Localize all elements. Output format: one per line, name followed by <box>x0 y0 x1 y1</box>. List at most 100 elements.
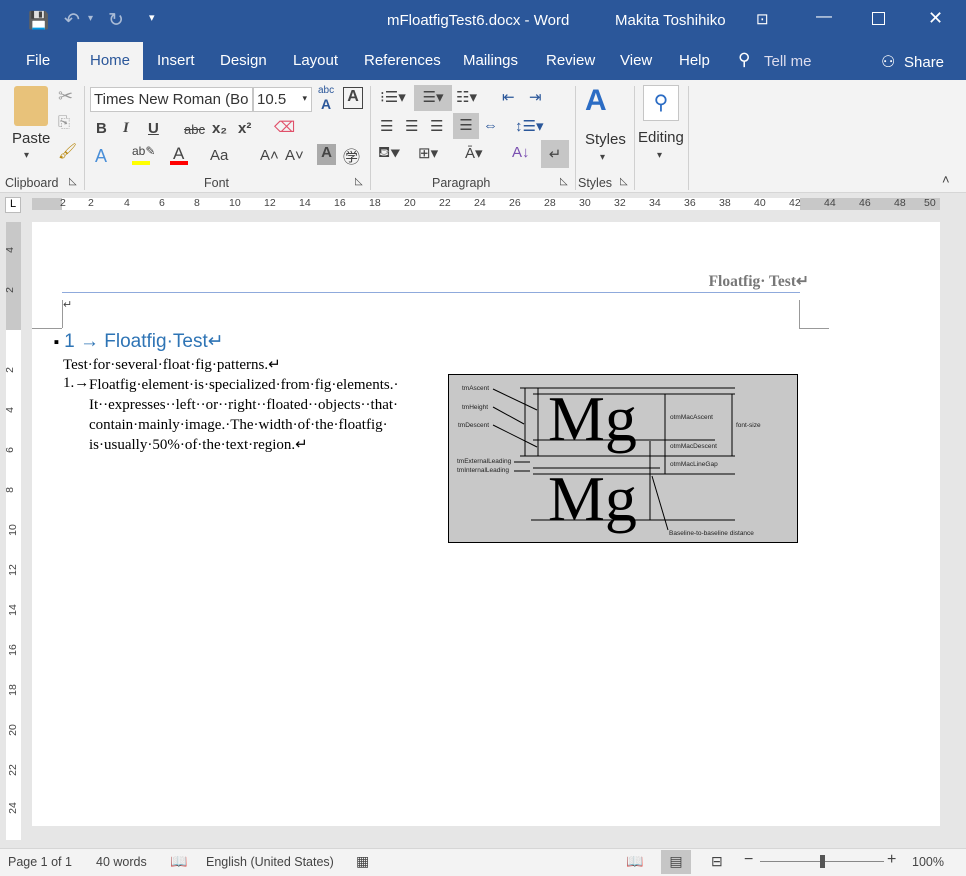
search-icon[interactable]: ⚲ <box>643 85 679 121</box>
tab-design[interactable]: Design <box>208 42 279 80</box>
list-number: 1.→ <box>63 375 90 391</box>
character-shading-icon[interactable]: A <box>317 144 336 165</box>
collapse-ribbon-icon[interactable]: ˄ <box>942 172 950 187</box>
text-effects-icon[interactable]: A <box>95 146 107 167</box>
user-name[interactable]: Makita Toshihiko <box>615 12 726 29</box>
cut-icon[interactable]: ✂ <box>58 86 73 107</box>
styles-icon[interactable]: A <box>585 84 607 118</box>
ruler-tick-label: 46 <box>859 197 871 209</box>
subscript-icon[interactable]: x₂ <box>212 120 227 137</box>
paste-dropdown-icon[interactable]: ▾ <box>24 150 29 161</box>
horizontal-ruler[interactable]: L 2 2 4 6 8 10 12 14 16 18 20 22 24 26 28 30 32 34 36 38 40 4… <box>0 193 966 215</box>
language[interactable]: English (United States) <box>206 855 334 869</box>
tab-insert[interactable]: Insert <box>145 42 207 80</box>
font-size-select[interactable]: 10.5 ▾ <box>253 87 312 112</box>
word-count[interactable]: 40 words <box>96 855 147 869</box>
grow-font-icon[interactable]: A˄ <box>260 147 279 164</box>
bullets-icon[interactable]: ⁝☰▾ <box>380 88 406 106</box>
list-item-paragraph[interactable]: Floatfig·element·is·specialized·from·fig… <box>89 375 435 455</box>
enclose-characters-icon[interactable]: ㊫ <box>343 143 360 168</box>
decrease-indent-icon[interactable]: ⇤ <box>502 88 515 106</box>
heading-1[interactable]: ■ 1 → Floatfig·Test↵ <box>54 330 224 353</box>
distributed-icon[interactable]: ⇔ <box>483 117 498 134</box>
paragraph-launcher-icon[interactable]: ◺ <box>560 176 568 187</box>
close-icon[interactable]: ✕ <box>928 8 943 29</box>
tab-file[interactable]: File <box>14 42 62 80</box>
italic-icon[interactable]: I <box>123 120 129 137</box>
tab-home[interactable]: Home <box>77 42 143 80</box>
line-spacing-icon[interactable]: ↕☰▾ <box>515 117 543 135</box>
underline-icon[interactable]: U <box>148 120 159 137</box>
font-launcher-icon[interactable]: ◺ <box>355 176 363 187</box>
format-painter-icon[interactable]: 🖌 <box>58 142 77 160</box>
increase-indent-icon[interactable]: ⇥ <box>529 88 542 106</box>
save-icon[interactable]: 💾 <box>28 11 49 31</box>
tab-selector[interactable]: L <box>5 197 21 213</box>
read-mode-icon[interactable]: 📖 <box>626 853 643 870</box>
center-icon[interactable]: ☰ <box>405 117 418 135</box>
styles-launcher-icon[interactable]: ◺ <box>620 176 628 187</box>
font-name-select[interactable]: Times New Roman (Bo <box>90 87 253 112</box>
tell-me-input[interactable]: Tell me <box>764 53 812 70</box>
ribbon-display-icon[interactable]: ⊡ <box>756 10 769 28</box>
clipboard-launcher-icon[interactable]: ◺ <box>69 176 77 187</box>
print-layout-icon[interactable]: ▤ <box>661 850 691 874</box>
web-layout-icon[interactable]: ⊟ <box>711 853 723 870</box>
undo-dropdown-icon[interactable]: ▾ <box>88 13 93 24</box>
empty-paragraph[interactable]: ↵ <box>63 298 72 311</box>
document-page[interactable]: Floatfig· Test↵ ↵ ■ 1 → Floatfig·Test↵ T… <box>32 222 940 826</box>
align-left-icon[interactable]: ☰ <box>380 117 393 135</box>
shading-icon[interactable]: ⛾▾ <box>378 144 400 163</box>
vertical-scrollbar[interactable] <box>940 215 966 848</box>
font-metrics-figure[interactable]: Mg Mg tmAscent tmHeight tmDescent tmExte… <box>448 374 798 543</box>
tab-layout[interactable]: Layout <box>281 42 350 80</box>
multilevel-list-icon[interactable]: ☷▾ <box>456 88 477 106</box>
undo-icon[interactable]: ↶ <box>64 9 80 32</box>
vertical-ruler[interactable]: 4 2 2 4 6 8 10 12 14 16 18 20 22 24 <box>0 215 30 848</box>
shrink-font-icon[interactable]: A˅ <box>285 147 304 164</box>
highlight-icon[interactable]: ab✎ <box>132 144 155 158</box>
page-count[interactable]: Page 1 of 1 <box>8 855 72 869</box>
show-formatting-marks-icon[interactable]: ↵ <box>541 140 569 168</box>
change-case-icon[interactable]: abc A <box>318 85 334 112</box>
numbering-icon[interactable]: ☰▾ <box>414 85 452 111</box>
label-tmheight: tmHeight <box>462 404 488 411</box>
redo-icon[interactable]: ↻ <box>108 9 124 32</box>
tab-mailings[interactable]: Mailings <box>451 42 530 80</box>
clear-formatting-icon[interactable]: ⌫ <box>274 118 295 136</box>
copy-icon[interactable]: ⎘ <box>58 114 70 131</box>
change-case-aa-icon[interactable]: Aa <box>210 147 228 164</box>
editing-dropdown-icon[interactable]: ▾ <box>657 150 662 161</box>
zoom-out-button[interactable]: − <box>744 851 753 869</box>
bold-icon[interactable]: B <box>96 120 107 137</box>
tab-help[interactable]: Help <box>667 42 722 80</box>
share-button[interactable]: Share <box>904 54 944 71</box>
paste-button[interactable]: Paste <box>12 130 50 147</box>
align-right-icon[interactable]: ☰ <box>430 117 443 135</box>
strikethrough-icon[interactable]: abc <box>184 122 205 137</box>
tab-references[interactable]: References <box>352 42 453 80</box>
minimize-icon[interactable]: — <box>816 8 832 26</box>
tab-view[interactable]: View <box>608 42 664 80</box>
zoom-level[interactable]: 100% <box>912 855 944 869</box>
maximize-icon[interactable] <box>872 12 885 25</box>
zoom-in-button[interactable]: + <box>887 851 896 869</box>
zoom-slider-thumb[interactable] <box>820 855 825 868</box>
sort-icon[interactable]: A↓ <box>512 144 530 161</box>
styles-button[interactable]: Styles <box>585 131 626 148</box>
page-header[interactable]: Floatfig· Test↵ <box>709 272 809 291</box>
paste-icon[interactable] <box>14 86 48 126</box>
styles-dropdown-icon[interactable]: ▾ <box>600 152 605 163</box>
superscript-icon[interactable]: x² <box>238 120 251 137</box>
proofing-icon[interactable]: 📖 <box>170 853 187 870</box>
intro-paragraph[interactable]: Test·for·several·float·fig·patterns.↵ <box>63 355 281 374</box>
borders-icon[interactable]: ⊞▾ <box>418 144 438 162</box>
tab-review[interactable]: Review <box>534 42 607 80</box>
asian-layout-icon[interactable]: Ā▾ <box>465 144 483 162</box>
customize-qat-icon[interactable]: ▾ <box>149 11 155 24</box>
justify-icon[interactable]: ☰ <box>453 113 479 139</box>
label-tmexternalleading: tmExternalLeading <box>457 458 512 465</box>
macro-icon[interactable]: ▦ <box>356 853 369 870</box>
character-border-icon[interactable]: A <box>343 87 363 109</box>
editing-button[interactable]: Editing <box>638 129 684 146</box>
